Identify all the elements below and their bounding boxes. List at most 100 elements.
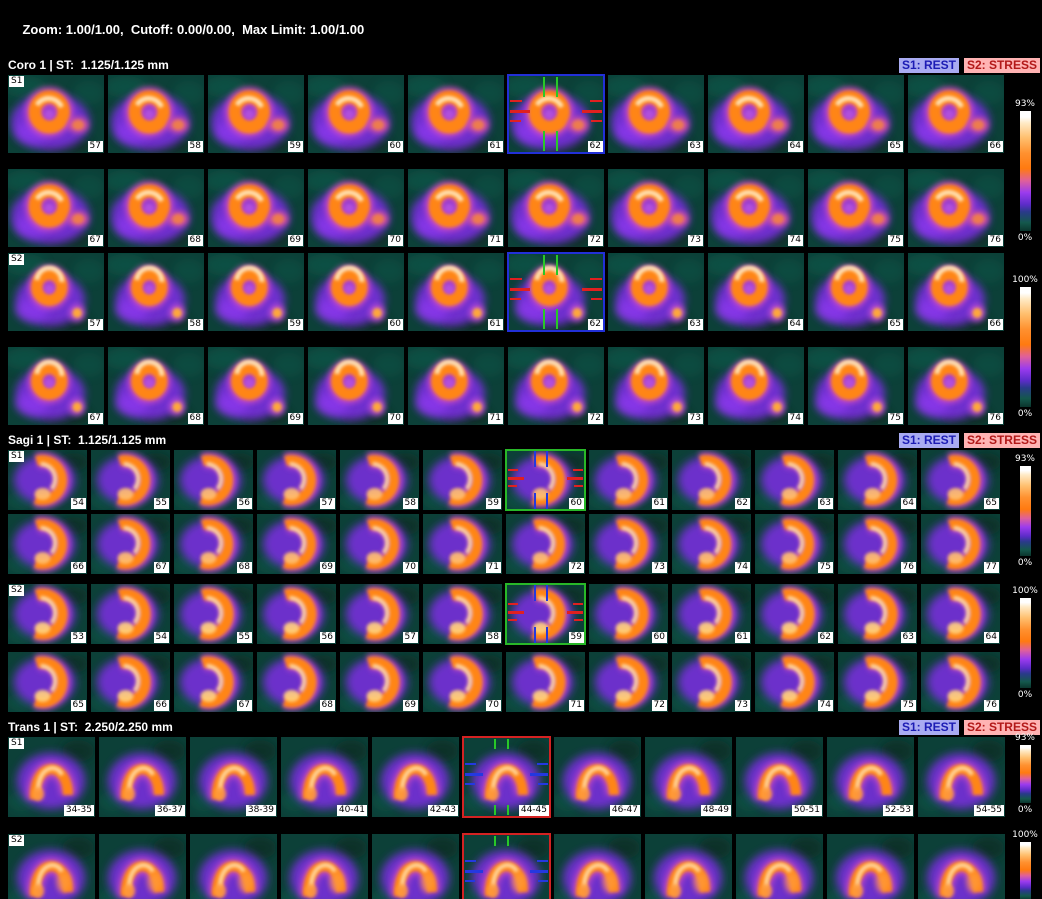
slice-thumbnail[interactable]: 65 [808,253,904,331]
slice-thumbnail[interactable]: 68 [108,169,204,247]
slice-thumbnail[interactable]: 71 [408,347,504,425]
slice-thumbnail[interactable]: 63 [755,450,834,510]
slice-thumbnail[interactable]: 47-48 [645,834,732,899]
slice-thumbnail[interactable]: 77 [921,514,1000,574]
slice-thumbnail[interactable]: 36-37 [99,737,186,817]
slice-thumbnail[interactable]: 61 [408,75,504,153]
slice-thumbnail[interactable]: 69 [208,347,304,425]
slice-thumbnail-selected[interactable]: 44-45 [463,737,550,817]
colorbar-gradient[interactable] [1020,598,1031,688]
slice-thumbnail[interactable]: 63 [608,75,704,153]
slice-thumbnail[interactable]: 74 [755,652,834,712]
slice-thumbnail[interactable]: 67 [174,652,253,712]
slice-thumbnail[interactable]: 73 [589,514,668,574]
slice-thumbnail-selected[interactable]: 62 [508,75,604,153]
slice-thumbnail[interactable]: 59 [423,450,502,510]
slice-thumbnail[interactable]: 75 [808,347,904,425]
slice-thumbnail[interactable]: 74 [708,169,804,247]
slice-thumbnail[interactable]: 46-47 [554,737,641,817]
slice-thumbnail[interactable]: 76 [908,347,1004,425]
slice-thumbnail[interactable]: 68 [108,347,204,425]
slice-thumbnail[interactable]: 76 [921,652,1000,712]
slice-thumbnail[interactable]: 72 [508,347,604,425]
slice-thumbnail[interactable]: 63 [608,253,704,331]
slice-thumbnail[interactable]: 75 [755,514,834,574]
colorbar-gradient[interactable] [1020,842,1031,899]
slice-thumbnail[interactable]: 70 [423,652,502,712]
slice-thumbnail[interactable]: 38-39 [190,737,277,817]
slice-thumbnail[interactable]: 55 [91,450,170,510]
slice-thumbnail[interactable]: 66 [91,652,170,712]
slice-thumbnail[interactable]: 57 [257,450,336,510]
slice-thumbnail[interactable]: 62 [755,584,834,644]
colorbar-gradient[interactable] [1020,287,1031,407]
slice-thumbnail[interactable]: S157 [8,75,104,153]
slice-thumbnail[interactable]: 62 [672,450,751,510]
slice-thumbnail-selected[interactable]: 59 [506,584,585,644]
slice-thumbnail[interactable]: 53-54 [918,834,1005,899]
slice-thumbnail[interactable]: 70 [308,347,404,425]
slice-thumbnail[interactable]: 58 [108,253,204,331]
slice-thumbnail[interactable]: 72 [589,652,668,712]
slice-thumbnail[interactable]: 50-51 [736,737,823,817]
slice-thumbnail[interactable]: 67 [91,514,170,574]
slice-thumbnail[interactable]: 72 [508,169,604,247]
slice-thumbnail[interactable]: 59 [208,253,304,331]
colorbar-gradient[interactable] [1020,466,1031,556]
slice-thumbnail[interactable]: 35-36 [99,834,186,899]
slice-thumbnail[interactable]: S134-35 [8,737,95,817]
slice-thumbnail[interactable]: 75 [838,652,917,712]
slice-thumbnail-selected[interactable]: 60 [506,450,585,510]
slice-thumbnail[interactable]: 56 [257,584,336,644]
slice-thumbnail[interactable]: 64 [921,584,1000,644]
slice-thumbnail[interactable]: S233-34 [8,834,95,899]
slice-thumbnail[interactable]: 60 [308,253,404,331]
slice-thumbnail[interactable]: 67 [8,347,104,425]
slice-thumbnail[interactable]: 39-40 [281,834,368,899]
slice-thumbnail[interactable]: 65 [8,652,87,712]
slice-thumbnail[interactable]: 68 [257,652,336,712]
slice-thumbnail[interactable]: 66 [8,514,87,574]
slice-thumbnail[interactable]: 58 [423,584,502,644]
slice-thumbnail[interactable]: 41-42 [372,834,459,899]
slice-thumbnail[interactable]: 69 [340,652,419,712]
slice-thumbnail[interactable]: 37-38 [190,834,277,899]
slice-thumbnail[interactable]: 64 [708,253,804,331]
slice-thumbnail[interactable]: 71 [423,514,502,574]
slice-thumbnail[interactable]: S253 [8,584,87,644]
slice-thumbnail[interactable]: 58 [340,450,419,510]
slice-thumbnail[interactable]: S154 [8,450,87,510]
colorbar-gradient[interactable] [1020,745,1031,803]
slice-thumbnail[interactable]: 65 [921,450,1000,510]
slice-thumbnail[interactable]: 76 [908,169,1004,247]
slice-thumbnail[interactable]: 51-52 [827,834,914,899]
slice-thumbnail[interactable]: 75 [808,169,904,247]
slice-thumbnail[interactable]: 54-55 [918,737,1005,817]
slice-thumbnail[interactable]: S257 [8,253,104,331]
slice-thumbnail[interactable]: 66 [908,75,1004,153]
slice-thumbnail[interactable]: 61 [408,253,504,331]
slice-thumbnail-selected[interactable]: 62 [508,253,604,331]
slice-thumbnail[interactable]: 45-46 [554,834,641,899]
slice-thumbnail[interactable]: 69 [257,514,336,574]
slice-thumbnail[interactable]: 68 [174,514,253,574]
slice-thumbnail[interactable]: 54 [91,584,170,644]
slice-thumbnail[interactable]: 56 [174,450,253,510]
slice-thumbnail[interactable]: 49-50 [736,834,823,899]
colorbar-gradient[interactable] [1020,111,1031,231]
slice-thumbnail[interactable]: 66 [908,253,1004,331]
slice-thumbnail[interactable]: 42-43 [372,737,459,817]
slice-thumbnail[interactable]: 55 [174,584,253,644]
slice-thumbnail[interactable]: 71 [408,169,504,247]
slice-thumbnail[interactable]: 61 [589,450,668,510]
slice-thumbnail[interactable]: 60 [589,584,668,644]
slice-thumbnail[interactable]: 63 [838,584,917,644]
slice-thumbnail[interactable]: 48-49 [645,737,732,817]
slice-thumbnail[interactable]: 73 [608,347,704,425]
slice-thumbnail[interactable]: 57 [340,584,419,644]
slice-thumbnail[interactable]: 74 [708,347,804,425]
slice-thumbnail[interactable]: 61 [672,584,751,644]
slice-thumbnail[interactable]: 74 [672,514,751,574]
slice-thumbnail[interactable]: 69 [208,169,304,247]
slice-thumbnail[interactable]: 73 [608,169,704,247]
